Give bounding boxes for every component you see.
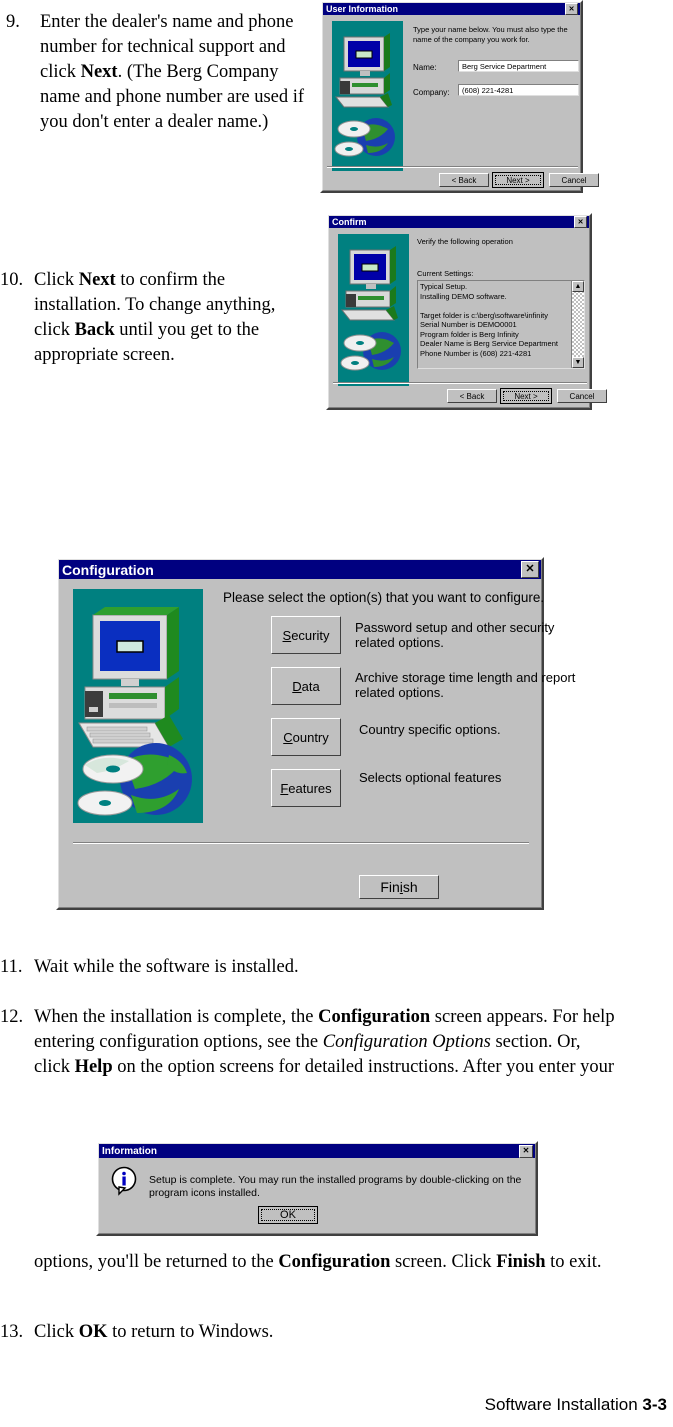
country-button-label: Country [283, 730, 329, 745]
step-12-continuation-number [0, 1250, 34, 1275]
cancel-button[interactable]: Cancel [557, 389, 607, 403]
data-accel: D [292, 678, 302, 694]
step-12: 12. When the installation is complete, t… [0, 1005, 620, 1080]
divider [73, 842, 529, 844]
current-settings-lines: Typical Setup. Installing DEMO software. … [420, 282, 570, 358]
information-message: Setup is complete. You may run the insta… [149, 1174, 522, 1199]
confirm-title: Confirm [332, 217, 367, 227]
security-button[interactable]: Security [271, 616, 341, 654]
configuration-dialog: Configuration ✕ Please select the option… [56, 557, 575, 910]
features-button[interactable]: Features [271, 769, 341, 807]
ok-button[interactable]: OK [258, 1206, 318, 1224]
user-information-title: User Information [326, 4, 399, 14]
features-button-label: Features [280, 781, 331, 796]
info-icon [110, 1166, 140, 1196]
configuration-title: Configuration [62, 561, 154, 578]
step-13: 13. Click OK to return to Windows. [0, 1320, 620, 1345]
settings-line: Program folder is Berg Infinity [420, 329, 519, 339]
scroll-up-icon[interactable]: ▲ [572, 281, 584, 292]
cancel-button[interactable]: Cancel [549, 173, 599, 187]
close-icon[interactable]: ✕ [519, 1144, 533, 1158]
finish-accel: i [399, 879, 403, 895]
step-11-text: Wait while the software is installed. [34, 957, 299, 977]
setup-illustration-configuration [73, 589, 203, 823]
user-information-titlebar: User Information ✕ [323, 3, 580, 15]
step-9: 9. Enter the dealer's name and phone num… [6, 10, 306, 135]
finish-button[interactable]: Finish [359, 875, 439, 899]
configuration-titlebar: Configuration ✕ [59, 560, 541, 579]
information-titlebar: Information ✕ [99, 1144, 535, 1158]
company-field[interactable]: (608) 221-4281 [458, 84, 579, 96]
next-button[interactable]: Next > [492, 172, 544, 188]
step-9-text: Enter the dealer's name and phone number… [40, 12, 305, 132]
step-13-text: Click OK to return to Windows. [34, 1322, 274, 1342]
next-button[interactable]: Next > [500, 388, 552, 404]
next-button-label: Next > [503, 391, 549, 401]
step-13-number: 13. [0, 1322, 24, 1342]
settings-line: Phone Number is (608) 221-4281 [420, 348, 532, 358]
scroll-down-icon[interactable]: ▼ [572, 357, 584, 368]
step-12-number: 12. [0, 1007, 24, 1027]
confirm-prompt: Verify the following operation [417, 237, 513, 246]
features-description: Selects optional features [359, 770, 502, 785]
back-button[interactable]: < Back [439, 173, 489, 187]
page-footer: Software Installation 3-3 [485, 1395, 667, 1415]
data-button[interactable]: Data [271, 667, 341, 705]
user-information-dialog: User Information ✕ Type your name below.… [320, 0, 599, 193]
divider [333, 382, 587, 384]
settings-line: Dealer Name is Berg Service Department [420, 339, 558, 348]
settings-line: Serial Number is DEMO0001 [420, 320, 517, 329]
back-button[interactable]: < Back [447, 389, 497, 403]
security-accel: S [282, 627, 292, 643]
setup-illustration-confirm [338, 234, 409, 386]
country-accel: C [283, 729, 293, 745]
features-rest: eatures [288, 780, 332, 796]
step-12-continuation-text: options, you'll be returned to the Confi… [34, 1252, 602, 1272]
setup-illustration-userinfo [332, 21, 403, 171]
footer-page-number: 3-3 [642, 1395, 667, 1414]
divider [327, 166, 578, 168]
close-icon[interactable]: ✕ [565, 3, 578, 15]
footer-section: Software Installation [484, 1395, 643, 1414]
data-rest: ata [301, 678, 320, 694]
step-12-text: When the installation is complete, the C… [34, 1007, 615, 1077]
settings-scrollbar[interactable]: ▲ ▼ [571, 281, 584, 368]
step-11: 11. Wait while the software is installed… [0, 955, 620, 980]
confirm-titlebar: Confirm ✕ [329, 216, 589, 228]
name-field[interactable]: Berg Service Department [458, 60, 579, 72]
next-button-label: Next > [495, 175, 541, 185]
step-12-continuation: options, you'll be returned to the Confi… [0, 1250, 620, 1275]
confirm-dialog: Confirm ✕ Verify the following operation… [326, 213, 607, 410]
ok-button-label: OK [261, 1209, 315, 1221]
close-icon[interactable]: ✕ [521, 561, 539, 578]
finish-button-label: Finish [380, 879, 418, 895]
settings-line: Typical Setup. [420, 282, 468, 291]
country-description: Country specific options. [359, 722, 501, 737]
close-icon[interactable]: ✕ [574, 216, 587, 228]
step-10-number: 10. [0, 270, 24, 290]
current-settings-label: Current Settings: [417, 269, 474, 278]
step-10-text: Click Next to confirm the installation. … [34, 270, 276, 365]
information-dialog: Information ✕ Setup is complete. You may… [96, 1141, 538, 1236]
security-button-label: Security [283, 628, 330, 643]
data-button-label: Data [292, 679, 319, 694]
information-title: Information [102, 1145, 157, 1157]
user-information-prompt: Type your name below. You must also type… [413, 25, 568, 44]
name-label: Name: [413, 63, 437, 72]
configuration-prompt: Please select the option(s) that you wan… [223, 590, 545, 605]
step-11-number: 11. [0, 957, 23, 977]
settings-line [420, 301, 570, 311]
current-settings-listbox[interactable]: Typical Setup. Installing DEMO software. … [417, 280, 585, 369]
country-button[interactable]: Country [271, 718, 341, 756]
security-description: Password setup and other security relate… [355, 620, 555, 650]
country-rest: ountry [292, 729, 329, 745]
step-10: 10. Click Next to confirm the installati… [0, 268, 300, 368]
settings-line: Target folder is c:\berg\software\infini… [420, 310, 548, 320]
settings-line: Installing DEMO software. [420, 291, 507, 301]
security-rest: ecurity [291, 627, 330, 643]
step-9-number: 9. [6, 12, 20, 32]
company-label: Company: [413, 88, 450, 97]
data-description: Archive storage time length and report r… [355, 670, 576, 700]
